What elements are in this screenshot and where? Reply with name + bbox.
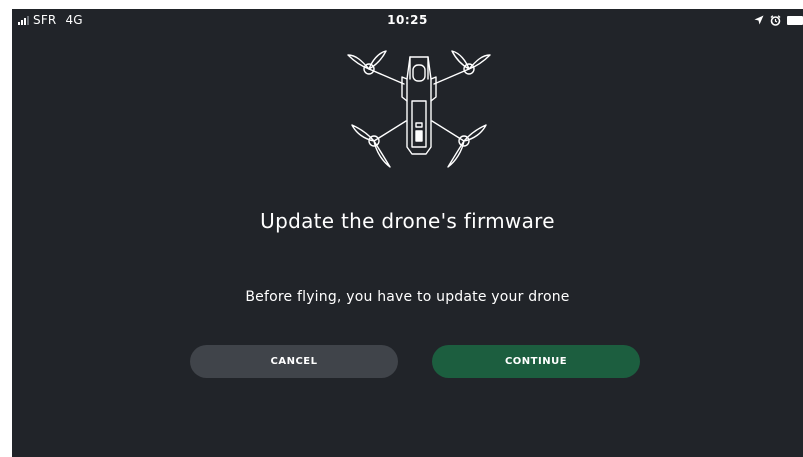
- dialog-title: Update the drone's firmware: [260, 209, 555, 233]
- alarm-icon: [770, 14, 781, 26]
- app-screen: SFR 4G 10:25 Update the drone's firmware…: [12, 9, 803, 457]
- continue-button[interactable]: CONTINUE: [432, 345, 640, 378]
- continue-button-label: CONTINUE: [504, 356, 568, 367]
- status-right: [748, 13, 803, 27]
- status-time: 10:25: [387, 13, 428, 27]
- status-bar: SFR 4G 10:25: [12, 9, 803, 31]
- cancel-button[interactable]: CANCEL: [190, 345, 398, 378]
- dialog-message: Before flying, you have to update your d…: [245, 289, 570, 305]
- battery-icon: [787, 15, 803, 25]
- drone-icon: [347, 50, 491, 168]
- location-arrow-icon: [754, 15, 764, 25]
- cancel-button-label: CANCEL: [270, 356, 318, 367]
